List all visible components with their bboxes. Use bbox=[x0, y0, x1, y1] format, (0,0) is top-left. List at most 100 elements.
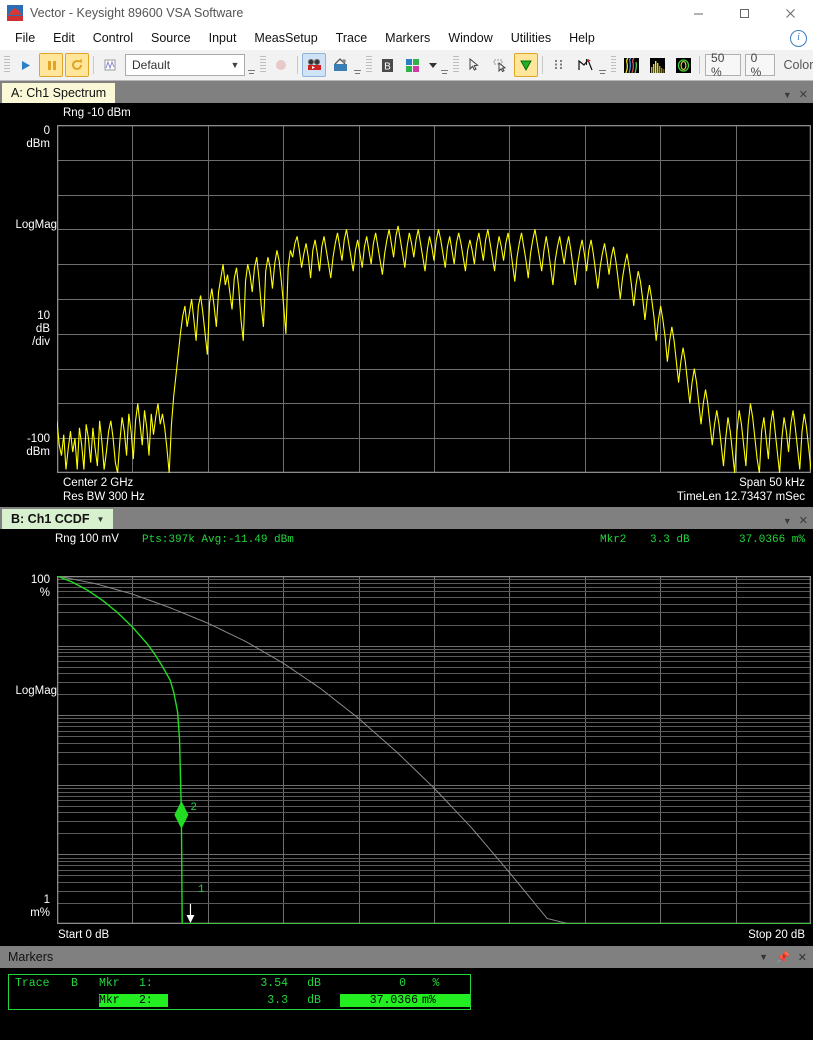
trace-b-y-bottom-value: 1 bbox=[43, 894, 50, 906]
markers-row-1-x-value: 3.54 bbox=[260, 977, 288, 990]
chevron-down-icon[interactable]: ▼ bbox=[96, 515, 104, 524]
menu-control[interactable]: Control bbox=[84, 28, 142, 48]
trace-b-panel: Rng 100 mV Pts:397k Avg:-11.49 dBm Mkr2 … bbox=[0, 529, 813, 946]
close-icon[interactable]: ✕ bbox=[798, 951, 807, 964]
close-icon[interactable]: ✕ bbox=[799, 88, 808, 101]
trace-b-footer-start: Start 0 dB bbox=[58, 929, 110, 941]
svg-text:B: B bbox=[384, 61, 391, 72]
trace-a-y-div-value: 10 bbox=[37, 310, 50, 322]
menu-markers[interactable]: Markers bbox=[376, 28, 439, 48]
trace-a-y-top-unit: dBm bbox=[26, 138, 50, 150]
bars-icon[interactable] bbox=[547, 53, 571, 77]
trace-a-footer-center: Center 2 GHz bbox=[63, 477, 134, 489]
toolbar-grip[interactable] bbox=[611, 56, 617, 74]
toolbar-grip[interactable] bbox=[4, 56, 10, 74]
maximize-icon[interactable] bbox=[721, 0, 767, 26]
layout-dropdown-icon[interactable] bbox=[427, 53, 439, 77]
trace-a-footer-span: Span 50 kHz bbox=[739, 477, 805, 489]
pause-icon[interactable] bbox=[39, 53, 63, 77]
menu-window[interactable]: Window bbox=[439, 28, 501, 48]
toolbar-overflow-3[interactable] bbox=[440, 56, 449, 74]
trace-b-marker-1-label: 1 bbox=[198, 884, 205, 896]
flag-icon[interactable] bbox=[573, 53, 597, 77]
menu-source[interactable]: Source bbox=[142, 28, 200, 48]
trace-a-footer-resbw: Res BW 300 Hz bbox=[63, 491, 145, 503]
trace-a-y-div-unit: dB bbox=[35, 323, 50, 335]
spectrogram-icon[interactable] bbox=[619, 53, 643, 77]
markers-row-2-x-value: 3.3 bbox=[234, 994, 288, 1007]
waterfall-icon[interactable] bbox=[645, 53, 669, 77]
trace-a-y-top-value: 0 bbox=[43, 125, 50, 137]
markers-row-1-mkr-label: Mkr bbox=[99, 977, 120, 990]
drag-marker-icon[interactable] bbox=[488, 53, 512, 77]
trace-b-range-label: Rng 100 mV bbox=[55, 533, 119, 545]
toolbar-grip[interactable] bbox=[453, 56, 459, 74]
trace-b-marker-readout-x: 3.3 dB bbox=[650, 534, 690, 546]
menu-help[interactable]: Help bbox=[560, 28, 604, 48]
preset-combo[interactable]: Default ▼ bbox=[125, 54, 245, 76]
markers-row-1-trace-label: Trace bbox=[15, 977, 50, 990]
playback-icon[interactable] bbox=[328, 53, 352, 77]
close-icon[interactable] bbox=[767, 0, 813, 26]
trace-b-y-top-unit: % bbox=[39, 587, 50, 599]
preset-combo-value: Default bbox=[132, 58, 171, 72]
zoom-percent-field[interactable]: 50 % bbox=[705, 51, 741, 79]
markers-dock-body: Trace B Mkr 1: 3.54 dB 0 % Mkr 2: 3.3 dB… bbox=[0, 968, 813, 1040]
markers-dock-title: Markers bbox=[8, 950, 54, 964]
markers-row-1[interactable]: Trace B Mkr 1: 3.54 dB 0 % bbox=[9, 975, 470, 992]
menu-utilities[interactable]: Utilities bbox=[502, 28, 560, 48]
window-title-bar: Vector - Keysight 89600 VSA Software bbox=[0, 0, 813, 26]
markers-row-2-x-unit: dB bbox=[288, 994, 340, 1007]
record-icon[interactable] bbox=[269, 53, 293, 77]
markers-row-2-y-value: 37.0366 bbox=[340, 994, 418, 1007]
markers-row-1-y-value: 0 bbox=[399, 977, 406, 990]
menu-edit[interactable]: Edit bbox=[44, 28, 84, 48]
markers-row-2[interactable]: Mkr 2: 3.3 dB 37.0366 m% bbox=[9, 992, 470, 1009]
menu-meassetup[interactable]: MeasSetup bbox=[245, 28, 326, 48]
single-sweep-icon[interactable] bbox=[98, 53, 122, 77]
chevron-down-icon[interactable]: ▼ bbox=[759, 952, 768, 962]
pin-icon[interactable]: 📌 bbox=[776, 951, 790, 964]
minimize-icon[interactable] bbox=[675, 0, 721, 26]
trace-a-tabstrip: A: Ch1 Spectrum ▼ ✕ bbox=[0, 81, 813, 103]
color-scheme-value: Color Normal bbox=[783, 58, 813, 72]
trace-b-graph[interactable] bbox=[57, 576, 811, 924]
pointer-icon[interactable] bbox=[462, 53, 486, 77]
menu-input[interactable]: Input bbox=[200, 28, 246, 48]
toolbar-group-control: Default ▼ bbox=[2, 52, 258, 78]
toolbar-group-trace: B bbox=[364, 52, 451, 78]
eye-diagram-icon[interactable] bbox=[671, 53, 695, 77]
trace-b-tab-controls: ▼ ✕ bbox=[783, 514, 808, 527]
color-scheme-combo[interactable]: Color Normal ▼ bbox=[778, 54, 813, 76]
window-title: Vector - Keysight 89600 VSA Software bbox=[30, 6, 244, 20]
toolbar-overflow-1[interactable] bbox=[247, 56, 256, 74]
menu-trace[interactable]: Trace bbox=[327, 28, 377, 48]
trace-b-tabstrip: B: Ch1 CCDF ▼ ▼ ✕ bbox=[0, 507, 813, 529]
markers-row-2-index: 2: bbox=[139, 994, 168, 1007]
toolbar-overflow-4[interactable] bbox=[598, 56, 607, 74]
b-trace-icon[interactable]: B bbox=[375, 53, 399, 77]
layout-grid-icon[interactable] bbox=[401, 53, 425, 77]
play-icon[interactable] bbox=[13, 53, 37, 77]
toolbar-overflow-2[interactable] bbox=[353, 56, 362, 74]
trace-b-marker-2-label: 2 bbox=[190, 801, 198, 814]
offset-percent-field[interactable]: 0 % bbox=[744, 51, 775, 79]
tab-ch1-spectrum[interactable]: A: Ch1 Spectrum bbox=[2, 83, 116, 103]
keysight-app-icon bbox=[7, 5, 23, 21]
tab-ch1-ccdf[interactable]: B: Ch1 CCDF ▼ bbox=[2, 509, 114, 529]
toolbar-grip[interactable] bbox=[260, 56, 266, 74]
help-info-icon[interactable]: i bbox=[790, 30, 807, 47]
chevron-down-icon[interactable]: ▼ bbox=[783, 90, 792, 100]
trace-b-marker-readout-y: 37.0366 m% bbox=[738, 534, 805, 546]
toolbar-divider bbox=[542, 56, 543, 74]
chevron-down-icon[interactable]: ▼ bbox=[783, 516, 792, 526]
close-icon[interactable]: ✕ bbox=[799, 514, 808, 527]
tab-ch1-ccdf-label: B: Ch1 CCDF bbox=[11, 512, 90, 526]
recorder-icon[interactable] bbox=[302, 53, 326, 77]
restart-icon[interactable] bbox=[65, 53, 89, 77]
menu-file[interactable]: File bbox=[6, 28, 44, 48]
markers-table: Trace B Mkr 1: 3.54 dB 0 % Mkr 2: 3.3 dB… bbox=[8, 974, 471, 1010]
trace-a-graph[interactable] bbox=[57, 125, 811, 473]
toolbar-grip[interactable] bbox=[366, 56, 372, 74]
marker-down-icon[interactable] bbox=[514, 53, 538, 77]
